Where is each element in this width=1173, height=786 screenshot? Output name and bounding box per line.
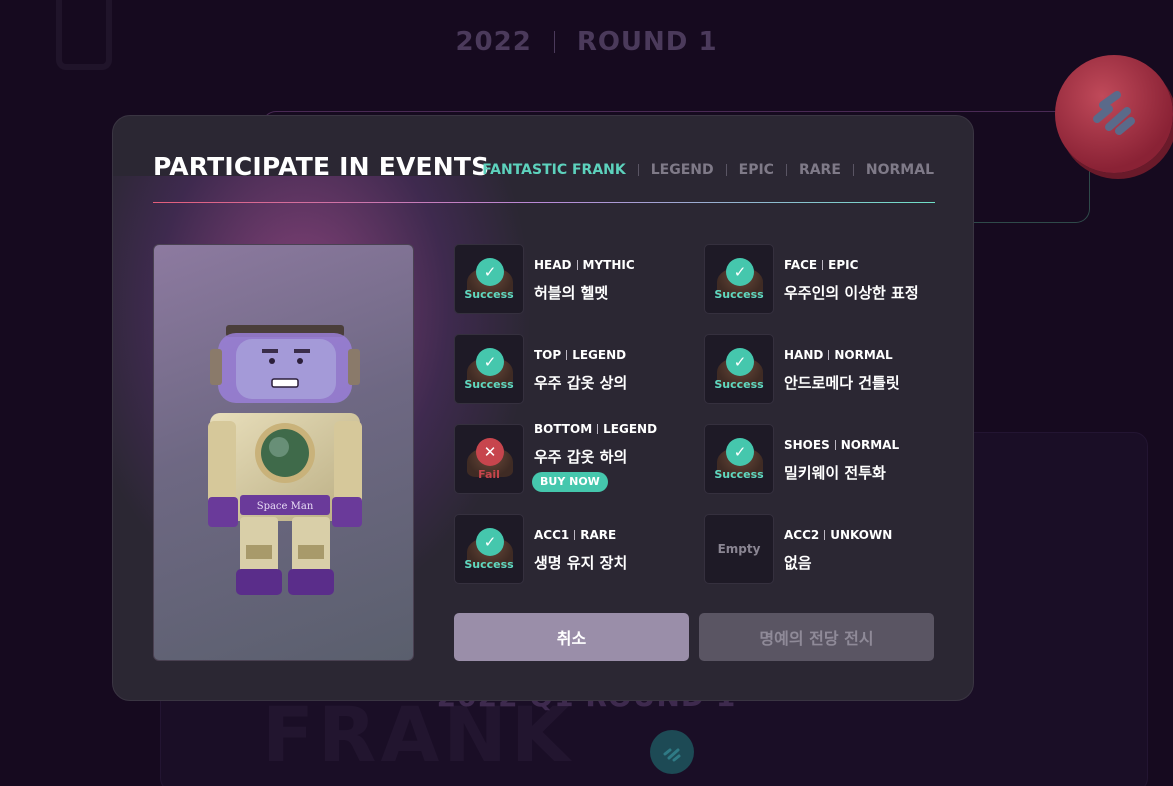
- meta-separator: [834, 440, 836, 450]
- chest-label: Space Man: [257, 501, 314, 512]
- tab-legend[interactable]: LEGEND: [651, 162, 714, 178]
- meta-separator: [566, 350, 568, 360]
- round-label: ROUND 1: [576, 27, 718, 57]
- tab-separator: [852, 164, 854, 176]
- check-icon: ✓: [476, 258, 504, 286]
- item-slot: ACC1: [534, 528, 570, 542]
- tab-separator: [637, 164, 639, 176]
- coin-icon: [1055, 55, 1173, 173]
- item-grade: LEGEND: [572, 348, 627, 362]
- status-label: Success: [464, 288, 514, 301]
- status-label: Fail: [478, 468, 500, 481]
- check-icon: ✓: [726, 348, 754, 376]
- tab-fantastic-frank[interactable]: FANTASTIC FRANK: [482, 162, 626, 178]
- item-top[interactable]: ✓ Success TOP LEGEND 우주 갑옷 상의: [454, 334, 684, 404]
- character-preview: Space Man: [153, 244, 414, 661]
- space-man-character-image: Space Man: [208, 325, 362, 595]
- meta-separator: [822, 260, 824, 270]
- item-grade: NORMAL: [834, 348, 893, 362]
- item-name: 없음: [784, 554, 812, 572]
- header-separator: [553, 31, 555, 53]
- item-name: 생명 유지 장치: [534, 554, 628, 572]
- meta-separator: [574, 530, 576, 540]
- item-acc2[interactable]: Empty ACC2 UNKOWN 없음: [704, 514, 934, 584]
- item-meta: FACE EPIC: [784, 258, 858, 272]
- item-name: 우주 갑옷 하의: [534, 448, 628, 466]
- meta-separator: [824, 530, 826, 540]
- item-slot: BOTTOM: [534, 422, 593, 436]
- check-icon: ✓: [476, 528, 504, 556]
- item-grade: NORMAL: [840, 438, 900, 452]
- item-head[interactable]: ✓ Success HEAD MYTHIC 허블의 헬멧: [454, 244, 684, 314]
- tab-separator: [725, 164, 727, 176]
- badge-icon: [650, 730, 694, 774]
- meta-separator: [828, 350, 830, 360]
- item-slot: FACE: [784, 258, 818, 272]
- item-meta: HAND NORMAL: [784, 348, 893, 362]
- item-slot: SHOES: [784, 438, 830, 452]
- tab-normal[interactable]: NORMAL: [866, 162, 934, 178]
- status-label: Success: [714, 468, 764, 481]
- item-thumbnail-empty: Empty: [704, 514, 774, 584]
- item-grade: LEGEND: [603, 422, 658, 436]
- grade-tabs: FANTASTIC FRANK LEGEND EPIC RARE NORMAL: [482, 162, 934, 178]
- tab-separator: [785, 164, 787, 176]
- buy-now-button[interactable]: BUY NOW: [532, 472, 608, 492]
- status-label: Success: [464, 378, 514, 391]
- close-icon: ✕: [476, 438, 504, 466]
- item-name: 밀키웨이 전투화: [784, 464, 886, 482]
- item-meta: BOTTOM LEGEND: [534, 422, 657, 436]
- item-grade: RARE: [580, 528, 617, 542]
- item-meta: HEAD MYTHIC: [534, 258, 635, 272]
- item-grade: MYTHIC: [582, 258, 635, 272]
- item-meta: TOP LEGEND: [534, 348, 626, 362]
- status-label: Success: [714, 288, 764, 301]
- year-label: 2022: [455, 27, 532, 57]
- item-name: 우주인의 이상한 표정: [784, 284, 919, 302]
- item-thumbnail: ✓ Success: [454, 514, 524, 584]
- item-meta: ACC2 UNKOWN: [784, 528, 892, 542]
- item-shoes[interactable]: ✓ Success SHOES NORMAL 밀키웨이 전투화: [704, 424, 934, 494]
- round-header: 2022 ROUND 1: [0, 22, 1173, 62]
- status-label: Success: [714, 378, 764, 391]
- item-bottom[interactable]: ✕ Fail BOTTOM LEGEND 우주 갑옷 하의 BUY NOW: [454, 422, 684, 494]
- item-thumbnail: ✓ Success: [704, 334, 774, 404]
- item-grade: EPIC: [828, 258, 859, 272]
- tab-rare[interactable]: RARE: [799, 162, 841, 178]
- status-label: Success: [464, 558, 514, 571]
- item-name: 우주 갑옷 상의: [534, 374, 628, 392]
- check-icon: ✓: [726, 258, 754, 286]
- item-thumbnail: ✓ Success: [704, 424, 774, 494]
- item-slot: ACC2: [784, 528, 820, 542]
- item-meta: ACC1 RARE: [534, 528, 616, 542]
- item-slot: TOP: [534, 348, 562, 362]
- item-slot: HAND: [784, 348, 824, 362]
- item-name: 허블의 헬멧: [534, 284, 609, 302]
- item-hand[interactable]: ✓ Success HAND NORMAL 안드로메다 건틀릿: [704, 334, 934, 404]
- item-thumbnail: ✕ Fail: [454, 424, 524, 494]
- item-acc1[interactable]: ✓ Success ACC1 RARE 생명 유지 장치: [454, 514, 684, 584]
- item-thumbnail: ✓ Success: [454, 244, 524, 314]
- item-slot: HEAD: [534, 258, 572, 272]
- title-divider: [153, 202, 935, 203]
- empty-label: Empty: [717, 542, 761, 556]
- participate-modal: PARTICIPATE IN EVENTS FANTASTIC FRANK LE…: [112, 115, 974, 701]
- item-thumbnail: ✓ Success: [454, 334, 524, 404]
- cancel-button[interactable]: 취소: [454, 613, 689, 661]
- modal-title: PARTICIPATE IN EVENTS: [153, 152, 490, 181]
- meta-separator: [576, 260, 578, 270]
- item-name: 안드로메다 건틀릿: [784, 374, 900, 392]
- check-icon: ✓: [476, 348, 504, 376]
- item-meta: SHOES NORMAL: [784, 438, 899, 452]
- meta-separator: [597, 424, 599, 434]
- item-face[interactable]: ✓ Success FACE EPIC 우주인의 이상한 표정: [704, 244, 934, 314]
- hall-of-fame-button[interactable]: 명예의 전당 전시: [699, 613, 934, 661]
- item-thumbnail: ✓ Success: [704, 244, 774, 314]
- tab-epic[interactable]: EPIC: [739, 162, 774, 178]
- item-grade: UNKOWN: [830, 528, 893, 542]
- check-icon: ✓: [726, 438, 754, 466]
